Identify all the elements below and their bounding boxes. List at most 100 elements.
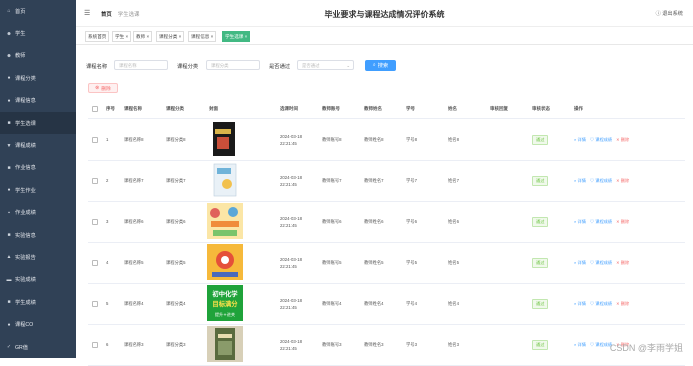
cell-name: 课程名称3 [124,341,144,347]
row-checkbox[interactable] [92,177,98,184]
sidebar-item-label: GR值 [15,344,28,351]
select-all-checkbox[interactable] [92,106,98,113]
sidebar-item-15[interactable]: ✓ GR值 [0,336,76,358]
tab-student[interactable]: 学生 × [112,31,132,42]
sidebar-item-3[interactable]: ● 课程分类 [0,67,76,89]
status-badge: 通过 [532,134,549,145]
passed-select[interactable]: 是否通过 ⌄ [297,60,354,70]
cell-name: 课程名称6 [124,218,144,224]
sidebar-item-2[interactable]: ☻ 教师 [0,45,76,67]
tab-course-category[interactable]: 课程分类 × [156,31,185,42]
sidebar-item-7[interactable]: ■ 作业信息 [0,157,76,179]
cell-no: 2 [106,178,109,183]
cell-select [92,283,98,324]
row-delete-label: 删除 [620,259,630,265]
cell-time: 2024-03-18 22:21:45 [280,297,302,310]
row-checkbox[interactable] [92,218,98,225]
sidebar-item-14[interactable]: ● 课程CO [0,313,76,335]
sidebar-item-4[interactable]: ● 课程信息 [0,90,76,112]
sidebar-item-0[interactable]: ⌂ 首页 [0,0,76,22]
th-no: 序号 [106,106,115,111]
cell-category: 课程分类8 [166,136,186,142]
detail-button[interactable]: ⌕ 详情 [574,219,586,225]
data-table: 序号 课程名称 课程分类 封面 选课时间 教师账号 教师姓名 学号 姓名 审核回… [88,101,685,366]
row-checkbox[interactable] [92,136,98,143]
tags-view: 系统首页 学生 × 教师 × 课程分类 × 课程信息 × 学生选课 × [76,26,693,45]
close-icon: ✕ [616,218,620,224]
detail-label: 详情 [577,300,586,306]
th-actions: 操作 [574,106,583,111]
cell-actions: ⌕ 详情 ♡ 课程成绩 ✕ 删除 [574,242,633,283]
row-delete-label: 删除 [620,218,630,224]
sidebar-item-13[interactable]: ■ 学生成绩 [0,291,76,313]
course-name-label: 课程名称 [86,64,108,70]
sidebar-item-label: 课程分类 [15,75,36,82]
row-delete-button[interactable]: ✕ 删除 [616,219,629,225]
cell-select [92,119,98,160]
course-grade-button[interactable]: ♡ 课程成绩 [590,301,612,307]
detail-button[interactable]: ⌕ 详情 [574,301,586,307]
cell-teacher-id: 教师账号4 [322,300,342,306]
co-icon: ● [7,321,11,328]
tab-course-info[interactable]: 课程信息 × [188,31,217,42]
cell-teacher-name: 教师姓名7 [364,177,384,183]
close-icon: ✕ [616,136,620,142]
detail-button[interactable]: ⌕ 详情 [574,260,586,266]
sidebar-item-11[interactable]: ▲ 实验报告 [0,246,76,268]
tab-home[interactable]: 系统首页 [85,31,110,42]
sidebar-item-12[interactable]: ▬ 实验成绩 [0,269,76,291]
course-grade-button[interactable]: ♡ 课程成绩 [590,219,612,225]
sidebar-item-10[interactable]: ■ 实验信息 [0,224,76,246]
close-icon: ✕ [616,259,620,265]
homework-grade-icon: ▪ [8,209,10,216]
sidebar-item-8[interactable]: ● 学生作业 [0,179,76,201]
sidebar-item-label: 学生成绩 [15,299,36,306]
detail-button[interactable]: ⌕ 详情 [574,137,586,143]
sidebar-item-9[interactable]: ▪ 作业成绩 [0,202,76,224]
row-checkbox[interactable] [92,341,98,348]
category-input[interactable]: 课程分类 [206,60,260,70]
cell-select [92,324,98,365]
top-bar: ☰ 首页 学生选课 毕业要求与课程达成情况评价系统 ⓘ 退出系统 [76,0,693,27]
detail-label: 详情 [577,177,586,183]
sidebar-item-5[interactable]: ■ 学生选课 [0,111,76,135]
tab-teacher[interactable]: 教师 × [133,31,153,42]
course-grade-button[interactable]: ♡ 课程成绩 [590,178,612,184]
sidebar-item-label: 作业成绩 [15,210,36,217]
search-button[interactable]: ⌕ 搜索 [365,60,396,71]
sidebar-item-label: 实验成绩 [15,277,36,284]
sidebar-item-6[interactable]: ▼ 课程成绩 [0,134,76,156]
cell-status: 通过 [532,283,549,324]
search-icon: ⌕ [574,341,577,347]
sidebar: ⌂ 首页 ☻ 学生 ☻ 教师 ● 课程分类 ● 课程信息 ■ 学生选课 ▼ 课程成绩 ■ 作业信息 ● 学生作业 ▪… [0,0,76,358]
course-grade-button[interactable]: ♡ 课程成绩 [590,260,612,266]
detail-label: 详情 [577,259,586,265]
cell-time: 2024-03-18 22:21:45 [280,338,302,351]
detail-button[interactable]: ⌕ 详情 [574,342,586,348]
course-grade-button[interactable]: ♡ 课程成绩 [590,342,612,348]
search-icon: ⌕ [574,259,577,265]
row-delete-button[interactable]: ✕ 删除 [616,260,629,266]
chevron-down-icon: ⌄ [346,63,350,68]
watermark: CSDN @李雨学姐 [609,343,683,353]
course-grade-label: 课程成绩 [595,136,613,142]
row-delete-button[interactable]: ✕ 删除 [616,178,629,184]
heart-icon: ♡ [589,177,595,183]
course-name-input[interactable]: 课程名称 [114,60,168,70]
cell-teacher-name: 教师姓名4 [364,300,384,306]
cell-time: 2024-03-18 22:21:45 [280,256,302,269]
tab-student-select[interactable]: 学生选课 × [222,31,251,42]
cell-teacher-id: 教师账号5 [322,259,342,265]
detail-button[interactable]: ⌕ 详情 [574,178,586,184]
row-delete-button[interactable]: ✕ 删除 [616,137,629,143]
logout-button[interactable]: ⓘ 退出系统 [656,10,683,17]
course-grade-button[interactable]: ♡ 课程成绩 [590,137,612,143]
sidebar-item-1[interactable]: ☻ 学生 [0,22,76,44]
cell-student-id: 学号8 [406,136,417,142]
row-delete-button[interactable]: ✕ 删除 [616,301,629,307]
delete-button[interactable]: ⊗ 删除 [88,83,118,93]
search-icon: ⌕ [372,62,376,68]
th-course-name: 课程名称 [124,106,142,111]
row-checkbox[interactable] [92,259,98,266]
row-checkbox[interactable] [92,300,98,307]
